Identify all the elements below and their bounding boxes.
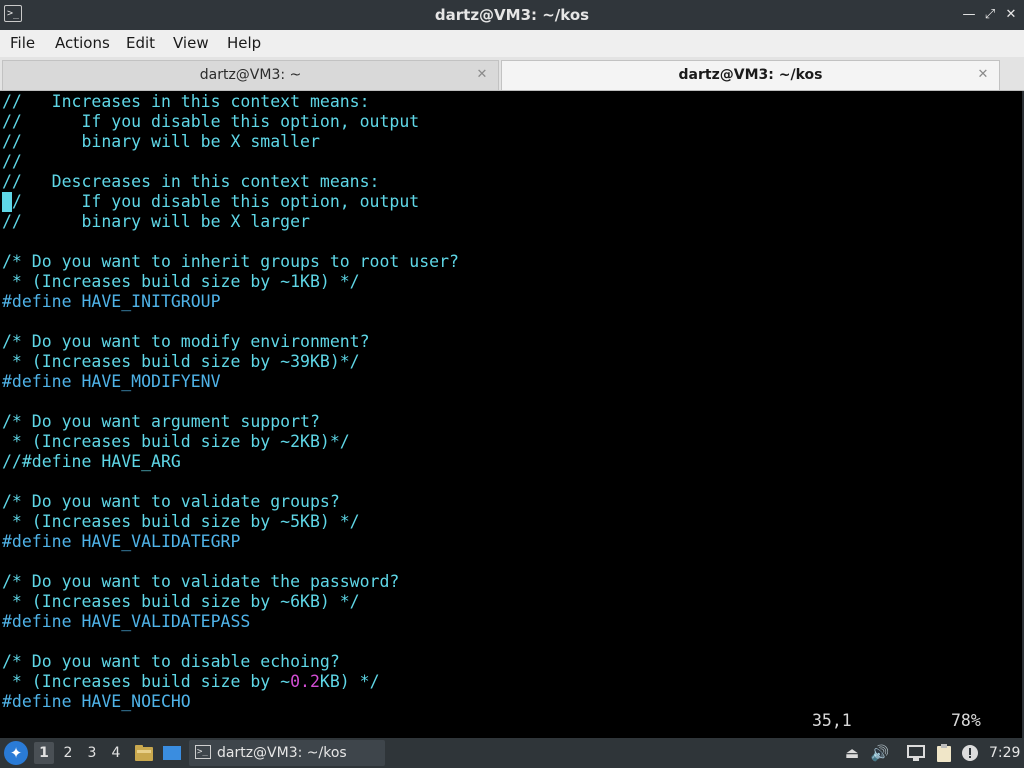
code-line: #define HAVE_VALIDATEPASS bbox=[2, 612, 251, 631]
code-line: /* Do you want to inherit groups to root… bbox=[2, 252, 459, 271]
code-text: KB) */ bbox=[319, 672, 380, 691]
menu-edit[interactable]: Edit bbox=[126, 30, 155, 57]
window-title: dartz@VM3: ~/kos bbox=[434, 6, 590, 24]
terminal-icon: >_ bbox=[195, 745, 211, 759]
code-line: // Descreases in this context means: bbox=[2, 172, 380, 191]
cursor-position: 35,1 bbox=[812, 711, 852, 730]
code-line: * (Increases build size by ~0.2KB) */ bbox=[2, 672, 380, 692]
close-icon[interactable]: ✕ bbox=[1002, 6, 1020, 24]
taskbar: ✦ 1 2 3 4 >_ dartz@VM3: ~/kos ⏏ 🔊 7:29 bbox=[0, 738, 1024, 768]
tab-label: dartz@VM3: ~/kos bbox=[678, 67, 823, 83]
code-line: * (Increases build size by ~2KB)*/ bbox=[2, 432, 350, 451]
clock[interactable]: 7:29 bbox=[989, 738, 1020, 768]
menu-help[interactable]: Help bbox=[227, 30, 261, 57]
file-manager-icon[interactable] bbox=[134, 743, 154, 763]
code-line: /* Do you want to validate groups? bbox=[2, 492, 340, 511]
tab-close-icon[interactable]: ✕ bbox=[975, 67, 991, 83]
code-line: // binary will be X smaller bbox=[2, 132, 320, 151]
code-line: // bbox=[2, 152, 22, 171]
network-icon[interactable] bbox=[906, 743, 926, 763]
clipboard-icon[interactable] bbox=[934, 743, 954, 763]
workspace-3[interactable]: 3 bbox=[82, 742, 102, 764]
code-line: /* Do you want to disable echoing? bbox=[2, 652, 340, 671]
title-bar: >_ dartz@VM3: ~/kos — ⤢ ✕ bbox=[0, 0, 1024, 30]
code-line: // If you disable this option, output bbox=[2, 192, 420, 211]
code-line: * (Increases build size by ~1KB) */ bbox=[2, 272, 360, 291]
code-line: * (Increases build size by ~5KB) */ bbox=[2, 512, 360, 531]
code-line: /* Do you want to modify environment? bbox=[2, 332, 370, 351]
minimize-icon[interactable]: — bbox=[960, 6, 978, 24]
code-line: // If you disable this option, output bbox=[2, 112, 420, 131]
code-line: * (Increases build size by ~6KB) */ bbox=[2, 592, 360, 611]
show-desktop-icon[interactable] bbox=[162, 743, 182, 763]
code-line: * (Increases build size by ~39KB)*/ bbox=[2, 352, 360, 371]
code-line: //#define HAVE_ARG bbox=[2, 452, 181, 471]
terminal-view[interactable]: // Increases in this context means: // I… bbox=[0, 91, 1024, 738]
code-line: #define HAVE_MODIFYENV bbox=[2, 372, 221, 391]
taskbar-item-terminal[interactable]: >_ dartz@VM3: ~/kos bbox=[189, 740, 385, 766]
eject-icon[interactable]: ⏏ bbox=[842, 743, 862, 763]
volume-icon[interactable]: 🔊 bbox=[870, 743, 890, 763]
menu-view[interactable]: View bbox=[173, 30, 209, 57]
tab-kos[interactable]: dartz@VM3: ~/kos ✕ bbox=[501, 60, 1000, 90]
tab-label: dartz@VM3: ~ bbox=[199, 67, 302, 83]
start-menu-icon[interactable]: ✦ bbox=[4, 741, 28, 765]
taskbar-item-label: dartz@VM3: ~/kos bbox=[217, 745, 347, 761]
code-text: * (Increases build size by ~ bbox=[2, 672, 291, 691]
workspace-1[interactable]: 1 bbox=[34, 742, 54, 764]
code-line: /* Do you want to validate the password? bbox=[2, 572, 400, 591]
code-line: #define HAVE_INITGROUP bbox=[2, 292, 221, 311]
scroll-percent: 78% bbox=[951, 711, 981, 730]
code-line: #define HAVE_VALIDATEGRP bbox=[2, 532, 241, 551]
maximize-icon[interactable]: ⤢ bbox=[981, 6, 999, 24]
tab-bar: dartz@VM3: ~ ✕ dartz@VM3: ~/kos ✕ bbox=[0, 57, 1024, 91]
tab-close-icon[interactable]: ✕ bbox=[474, 67, 490, 83]
code-line: // binary will be X larger bbox=[2, 212, 310, 231]
menu-actions[interactable]: Actions bbox=[55, 30, 110, 57]
workspace-4[interactable]: 4 bbox=[106, 742, 126, 764]
menu-bar: File Actions Edit View Help bbox=[0, 30, 1024, 57]
tab-home[interactable]: dartz@VM3: ~ ✕ bbox=[2, 60, 499, 90]
code-line: #define HAVE_NOECHO bbox=[2, 692, 191, 711]
code-line: /* Do you want argument support? bbox=[2, 412, 320, 431]
number-highlight: 0.2 bbox=[290, 672, 320, 691]
workspace-2[interactable]: 2 bbox=[58, 742, 78, 764]
menu-file[interactable]: File bbox=[10, 30, 35, 57]
code-line: // Increases in this context means: bbox=[2, 92, 370, 111]
notification-icon[interactable] bbox=[960, 743, 980, 763]
